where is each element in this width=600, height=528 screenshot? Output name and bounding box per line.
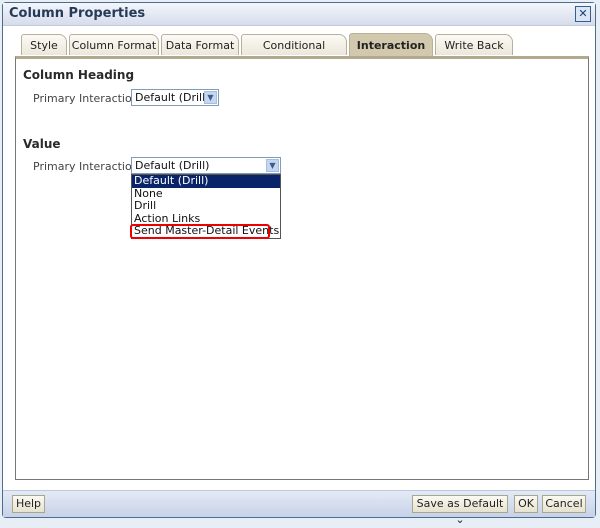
value-primary-interaction-label: Primary Interaction [33,160,139,173]
column-heading-primary-interaction-label: Primary Interaction [33,92,139,105]
dialog-title: Column Properties [9,6,146,21]
cancel-button[interactable]: Cancel [542,495,586,513]
column-heading-primary-interaction-select[interactable]: Default (Drill) ▼ [131,89,219,106]
column-heading-section-label: Column Heading [23,68,135,82]
dropdown-option-drill[interactable]: Drill [132,200,280,213]
column-properties-dialog: Column Properties ✕ Style Column Format … [2,2,596,526]
value-primary-interaction-select[interactable]: Default (Drill) ▼ [131,157,281,174]
chevron-down-icon: ⌄ [455,513,465,526]
value-section-label: Value [23,137,61,151]
tab-data-format[interactable]: Data Format [161,34,239,55]
save-as-default-label: Save as Default [416,497,504,510]
chevron-down-icon[interactable]: ▼ [204,91,217,104]
close-icon[interactable]: ✕ [575,6,591,22]
dropdown-option-default-drill[interactable]: Default (Drill) [132,175,280,188]
tab-conditional-format[interactable]: Conditional Format [241,34,347,73]
interaction-panel [15,56,589,480]
tab-interaction[interactable]: Interaction [349,33,433,56]
tab-style[interactable]: Style [21,34,67,55]
chevron-down-icon[interactable]: ▼ [266,159,279,172]
dropdown-option-send-master-detail-events[interactable]: Send Master-Detail Events [132,225,280,238]
value-dropdown-list: Default (Drill) None Drill Action Links … [131,174,281,239]
dialog-footer: Help Save as Default ⌄ OK Cancel [3,490,595,526]
title-bar: Column Properties ✕ [3,3,595,26]
column-heading-selected-value: Default (Drill) [135,91,210,104]
save-as-default-button[interactable]: Save as Default ⌄ [412,495,508,526]
tab-column-format[interactable]: Column Format [69,34,159,55]
ok-button[interactable]: OK [514,495,538,513]
help-button[interactable]: Help [12,495,45,513]
value-selected-value: Default (Drill) [135,159,210,172]
tab-write-back[interactable]: Write Back [435,34,513,55]
